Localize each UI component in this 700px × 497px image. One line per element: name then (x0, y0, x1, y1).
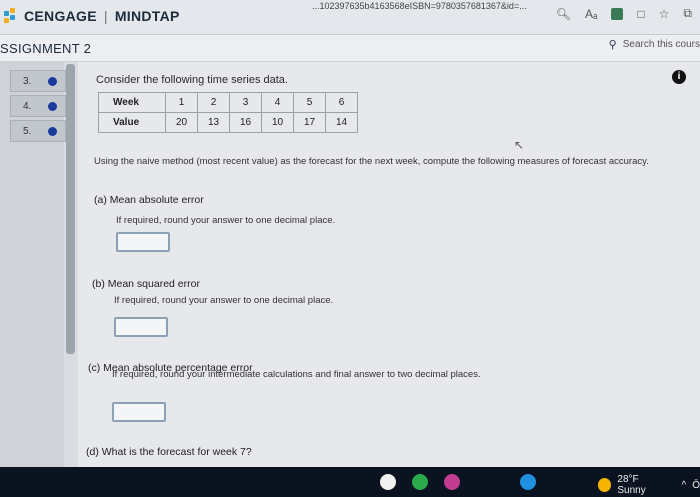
part-c-answer-input[interactable] (112, 402, 166, 422)
table-cell: 6 (325, 92, 358, 113)
table-cell: 4 (261, 92, 294, 113)
table-cell: 10 (261, 112, 294, 133)
part-b-instruction: If required, round your answer to one de… (114, 295, 334, 306)
search-input[interactable]: Search this cours (623, 39, 700, 50)
app-icon[interactable] (380, 474, 396, 490)
table-cell: 1 (165, 92, 198, 113)
browser-tool-icons: 🔍︎ Aₐ □ ☆ ⧉ (556, 6, 692, 21)
table-cell: 3 (229, 92, 262, 113)
table-cell: 14 (325, 112, 358, 133)
question-number: 4. (23, 100, 32, 112)
search-icon[interactable]: ⚲ (609, 38, 617, 51)
part-a-instruction: If required, round your answer to one de… (116, 215, 336, 226)
course-search[interactable]: ⚲ Search this cours (609, 38, 700, 51)
assignment-header: SSIGNMENT 2 ⚲ Search this cours (0, 35, 700, 62)
part-a-answer-input[interactable] (116, 232, 170, 252)
cengage-logo-icon (4, 8, 20, 24)
part-d-label: (d) What is the forecast for week 7? (86, 446, 252, 458)
sidebar-icon[interactable]: □ (637, 7, 644, 21)
table-cell: 20 (165, 112, 198, 133)
assignment-title: SSIGNMENT 2 (0, 41, 92, 56)
extension-icon[interactable] (611, 7, 624, 20)
table-cell: 5 (293, 92, 326, 113)
browser-toolbar: ...102397635b4163568eISBN=9780357681367&… (0, 0, 700, 35)
browser-icon[interactable] (520, 474, 536, 490)
row-label-value: Value (98, 112, 166, 133)
collections-icon[interactable]: ⧉ (683, 6, 692, 21)
question-number: 3. (23, 75, 32, 87)
question-panel: Consider the following time series data.… (78, 62, 700, 467)
part-b-answer-input[interactable] (114, 317, 168, 337)
question-nav-item[interactable]: 4. (10, 95, 66, 117)
incomplete-dot-icon (48, 76, 57, 86)
row-label-week: Week (98, 92, 166, 113)
sidebar-scrollbar[interactable] (66, 64, 75, 354)
read-aloud-icon[interactable]: Aₐ (585, 7, 597, 21)
incomplete-dot-icon (48, 101, 57, 111)
weather-text: 28°F Sunny (617, 474, 646, 496)
info-icon[interactable]: i (672, 70, 686, 84)
part-b-label: (b) Mean squared error (92, 278, 200, 290)
part-c-instruction: If required, round your intermediate cal… (112, 369, 481, 380)
mouse-pointer-icon: ↖ (514, 138, 525, 152)
incomplete-dot-icon (48, 126, 57, 136)
question-description: Using the naive method (most recent valu… (94, 156, 649, 167)
table-cell: 17 (293, 112, 326, 133)
time-series-table: Week 1 2 3 4 5 6 Value 20 13 16 10 17 14 (98, 92, 358, 133)
table-row: Week 1 2 3 4 5 6 (98, 92, 358, 113)
question-number: 5. (23, 125, 32, 137)
tray-corner-icon[interactable]: Ō (692, 480, 700, 491)
tray-caret-icon[interactable]: ^ (682, 480, 687, 491)
table-cell: 2 (197, 92, 230, 113)
table-row: Value 20 13 16 10 17 14 (98, 112, 358, 133)
brand-separator: | (103, 8, 108, 24)
brand-cengage: CENGAGE (24, 8, 97, 24)
brand-mindtap: MINDTAP (114, 8, 180, 24)
question-nav-item[interactable]: 3. (10, 70, 66, 92)
taskbar: 28°F Sunny ^ Ō (0, 467, 700, 497)
cengage-mindtap-logo[interactable]: CENGAGE | MINDTAP (4, 8, 180, 24)
weather-widget[interactable]: 28°F Sunny ^ Ō (598, 474, 700, 496)
music-icon[interactable] (444, 474, 460, 490)
app-icon[interactable] (412, 474, 428, 490)
address-bar[interactable]: ...102397635b4163568eISBN=9780357681367&… (312, 1, 527, 11)
table-cell: 13 (197, 112, 230, 133)
zoom-icon[interactable]: 🔍︎ (556, 7, 571, 21)
part-a-label: (a) Mean absolute error (94, 194, 204, 206)
question-intro: Consider the following time series data. (96, 74, 288, 86)
sun-icon (598, 478, 612, 492)
favorites-icon[interactable]: ☆ (659, 7, 670, 21)
question-nav-item[interactable]: 5. (10, 120, 66, 142)
table-cell: 16 (229, 112, 262, 133)
